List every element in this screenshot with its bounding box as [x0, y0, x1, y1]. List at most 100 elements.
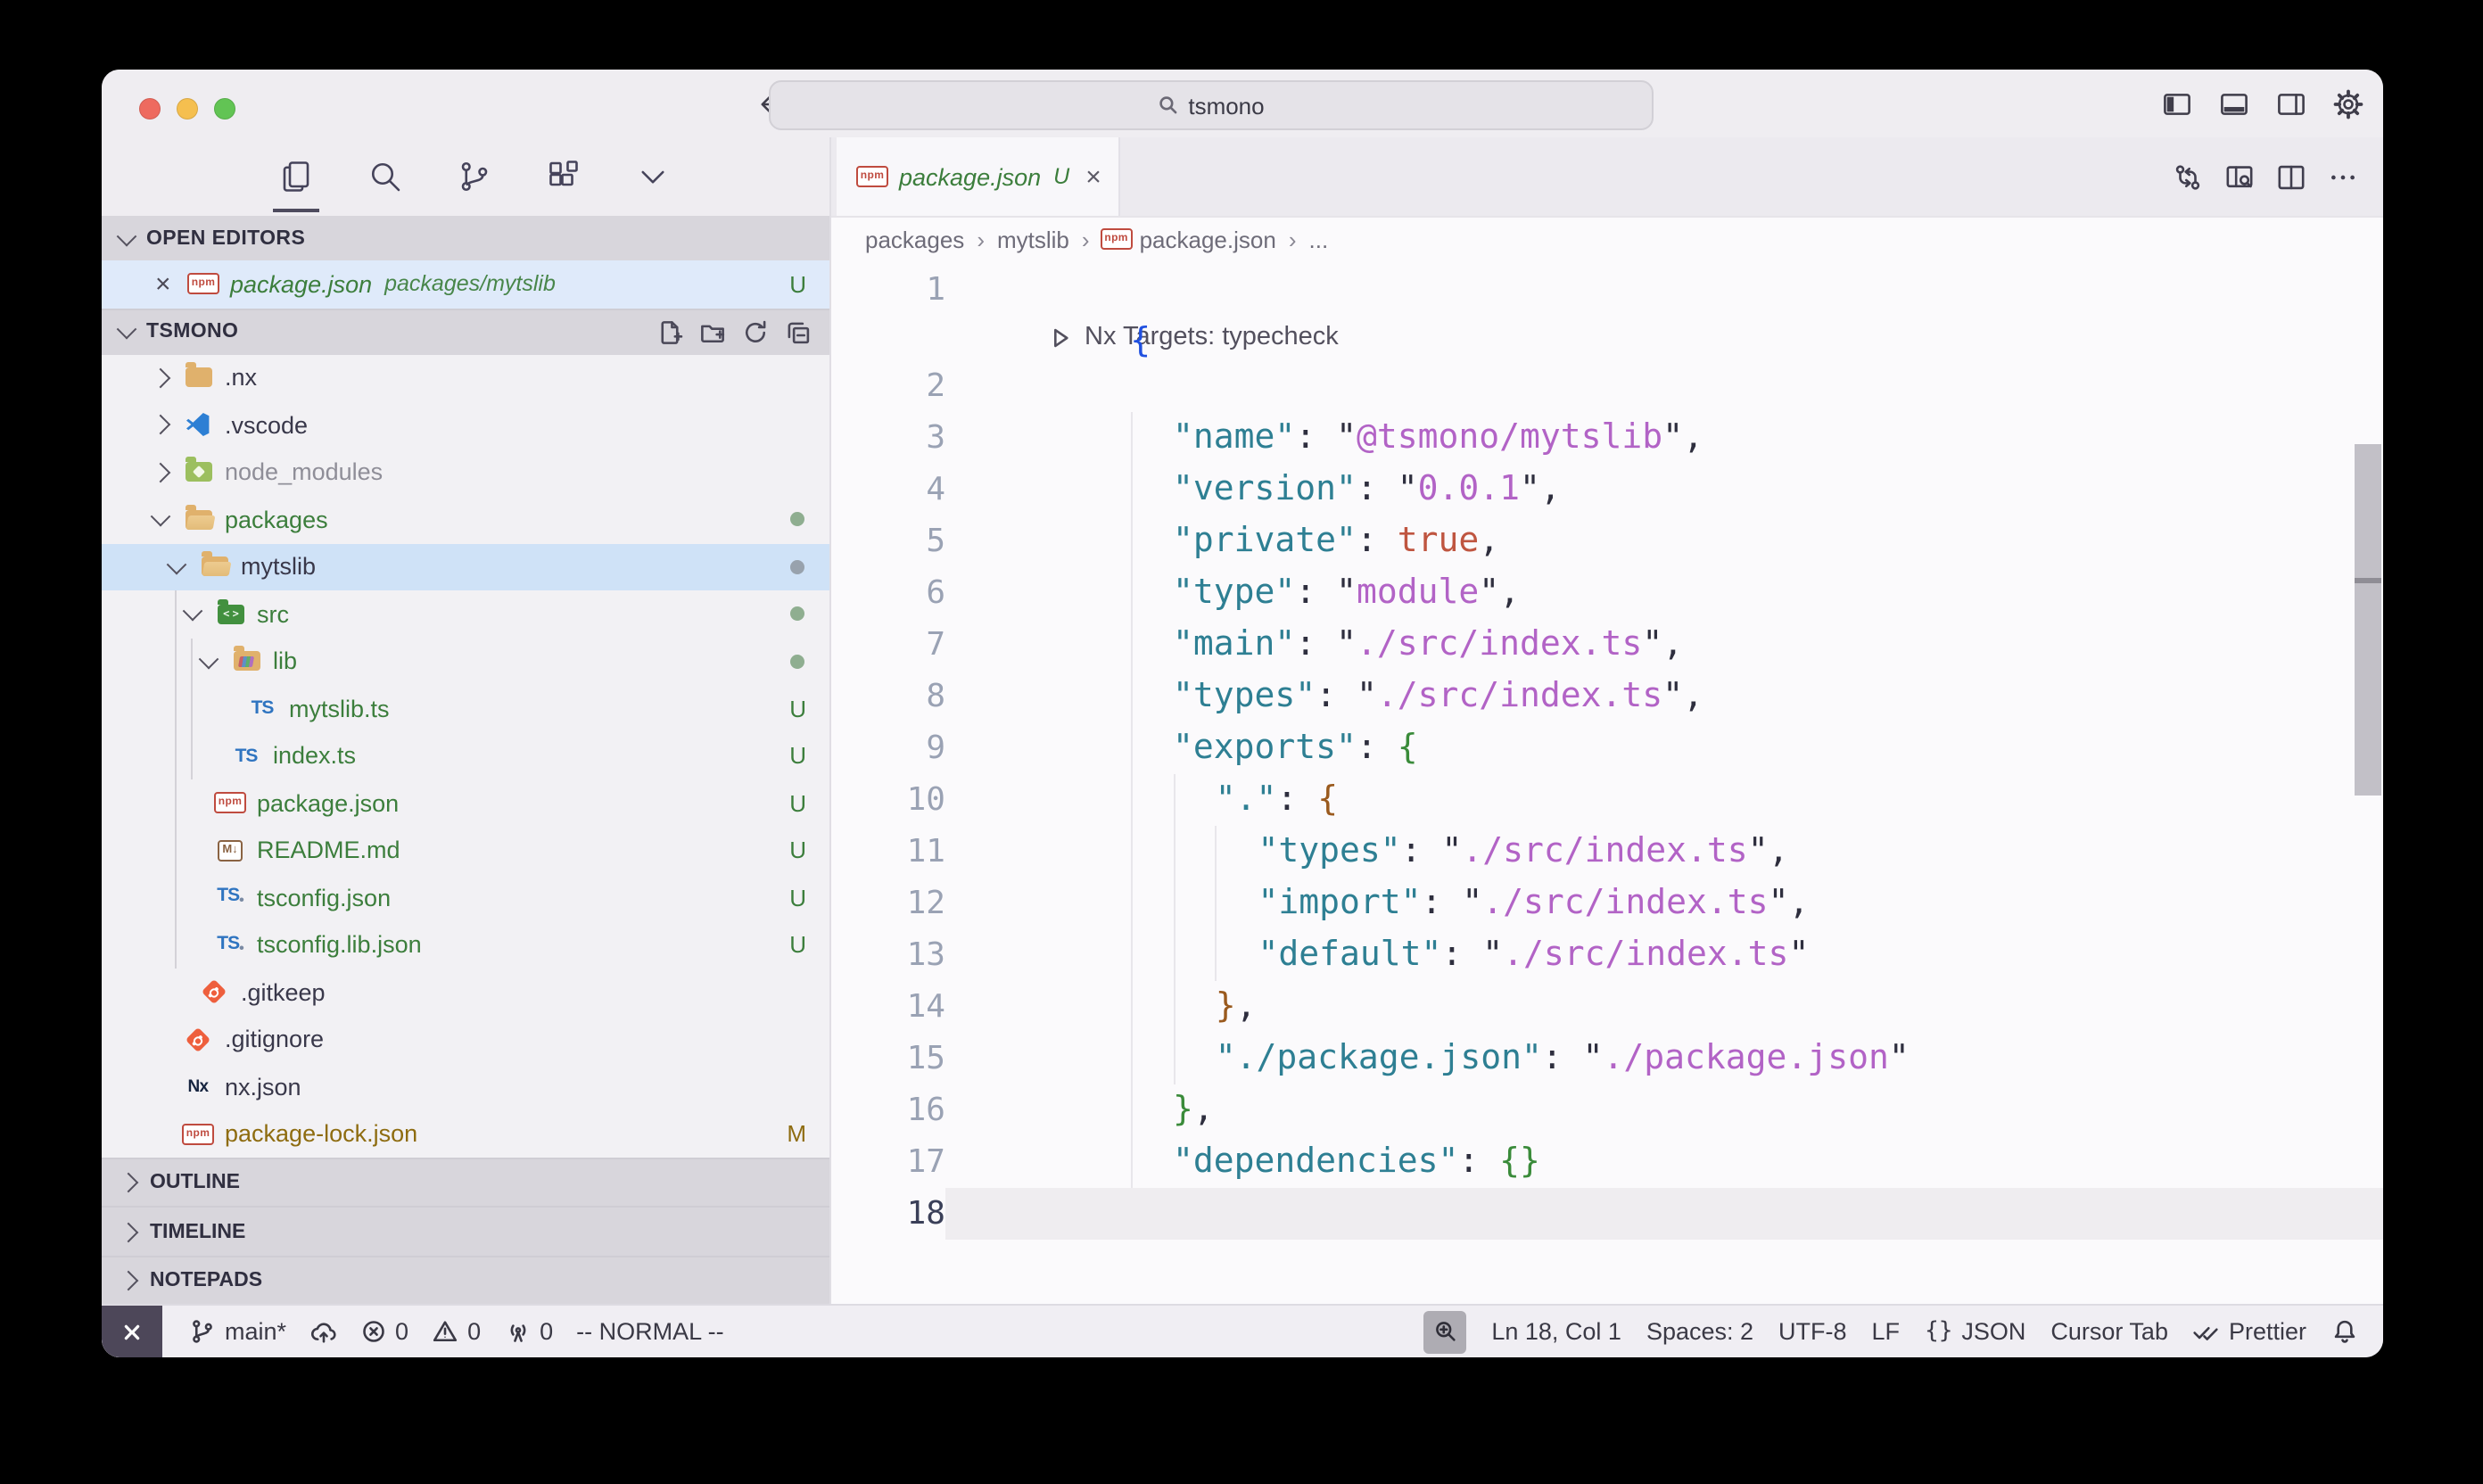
open-editors-header[interactable]: OPEN EDITORS — [102, 216, 829, 260]
activity-extensions[interactable] — [540, 141, 587, 212]
language-mode[interactable]: {}JSON — [1925, 1306, 2025, 1357]
errors[interactable]: 0 — [359, 1306, 408, 1357]
panel-outline[interactable]: OUTLINE — [102, 1158, 829, 1207]
tree-item-package-lock.json[interactable]: npm package-lock.jsonM — [102, 1110, 829, 1158]
collapse-all-icon[interactable] — [785, 318, 812, 345]
explorer-header[interactable]: TSMONO — [102, 308, 829, 354]
close-icon[interactable]: × — [1085, 161, 1101, 192]
more-actions-icon[interactable] — [2328, 161, 2358, 192]
tree-item-packages[interactable]: packages — [102, 496, 829, 543]
remote-indicator[interactable] — [102, 1306, 162, 1357]
tree-item-.gitkeep[interactable]: .gitkeep — [102, 969, 829, 1016]
open-editor-item[interactable]: × npm package.json packages/mytslib U — [102, 260, 829, 308]
nx-icon: Nx — [184, 1073, 212, 1101]
chevron-down-icon — [198, 648, 219, 669]
cursor-position[interactable]: Ln 18, Col 1 — [1491, 1306, 1621, 1357]
tree-item-mytslib.ts[interactable]: TS mytslib.tsU — [102, 685, 829, 732]
breadcrumb-item[interactable]: npmpackage.json — [1102, 225, 1276, 253]
tree-item-nx.json[interactable]: Nx nx.json — [102, 1063, 829, 1110]
tab-package-json[interactable]: npm package.json U × — [837, 137, 1121, 216]
tree-item-label: index.ts — [273, 743, 356, 770]
cursor-tab[interactable]: Cursor Tab — [2050, 1306, 2168, 1357]
warnings[interactable]: 0 — [432, 1306, 481, 1357]
tree-item-label: mytslib.ts — [289, 696, 390, 722]
chevron-down-icon — [117, 319, 137, 340]
layout-sidebar-right-icon[interactable] — [2276, 88, 2306, 119]
tree-item-.gitignore[interactable]: .gitignore — [102, 1016, 829, 1063]
settings-gear-icon[interactable] — [2333, 88, 2363, 119]
tree-item-.nx[interactable]: .nx — [102, 354, 829, 401]
command-center-search[interactable]: tsmono — [769, 80, 1654, 130]
chevron-right-icon — [119, 1222, 139, 1242]
chevron-right-icon — [119, 1271, 139, 1291]
git-icon — [200, 978, 228, 1007]
git-branch[interactable]: main* — [189, 1306, 286, 1357]
code-editor[interactable]: 1{ Nx Targets: typecheck 2"name": "@tsmo… — [831, 260, 2383, 1306]
chevron-right-icon — [150, 367, 170, 388]
compare-changes-icon[interactable] — [2173, 161, 2203, 192]
ports[interactable]: 0 — [504, 1306, 553, 1357]
tree-item-node_modules[interactable]: node_modules — [102, 449, 829, 496]
tree-item-mytslib[interactable]: mytslib — [102, 543, 829, 590]
code-line-6: 6"main": "./src/index.ts", — [831, 567, 2383, 619]
panel-label: TIMELINE — [150, 1221, 245, 1242]
tree-item-README.md[interactable]: M↓ README.mdU — [102, 827, 829, 874]
refresh-icon[interactable] — [742, 318, 769, 345]
chevron-down-icon — [117, 226, 137, 246]
zoom-window-button[interactable] — [214, 98, 235, 120]
activity-search[interactable] — [362, 141, 408, 212]
npm-icon: npm — [1102, 225, 1131, 253]
minimize-window-button[interactable] — [177, 98, 198, 120]
vim-mode[interactable]: -- NORMAL -- — [576, 1306, 724, 1357]
tree-item-index.ts[interactable]: TS index.tsU — [102, 732, 829, 779]
git-status-badge: U — [789, 837, 806, 864]
vscode-icon — [184, 411, 212, 440]
git-status-badge: M — [787, 1121, 806, 1148]
status-bar: main*000-- NORMAL -- Ln 18, Col 1Spaces:… — [102, 1304, 2383, 1357]
notifications[interactable] — [2331, 1306, 2358, 1357]
indentation-text: Spaces: 2 — [1646, 1318, 1753, 1345]
npm-icon: npm — [216, 789, 244, 818]
split-editor-icon[interactable] — [2276, 161, 2306, 192]
line-number: 11 — [831, 826, 945, 878]
panel-timeline[interactable]: TIMELINE — [102, 1207, 829, 1256]
open-preview-icon[interactable] — [2224, 161, 2255, 192]
git-status-dot — [790, 607, 804, 622]
git-status-badge: U — [789, 696, 806, 722]
tree-item-tsconfig.lib.json[interactable]: TS tsconfig.lib.jsonU — [102, 921, 829, 969]
new-file-icon[interactable] — [656, 318, 683, 345]
breadcrumb-item[interactable]: ... — [1309, 226, 1329, 252]
tree-item-src[interactable]: src — [102, 590, 829, 638]
tree-item-label: lib — [273, 648, 297, 675]
tree-item-label: node_modules — [225, 459, 383, 486]
layout-sidebar-left-icon[interactable] — [2162, 88, 2192, 119]
tree-item-label: .gitkeep — [241, 979, 326, 1006]
code-line-15: 15}, — [831, 1033, 2383, 1084]
close-window-button[interactable] — [139, 98, 161, 120]
tree-item-package.json[interactable]: npm package.jsonU — [102, 779, 829, 827]
search-value: tsmono — [1188, 92, 1264, 119]
tree-item-tsconfig.json[interactable]: TS tsconfig.jsonU — [102, 874, 829, 921]
panel-notepads[interactable]: NOTEPADS — [102, 1256, 829, 1305]
eol[interactable]: LF — [1872, 1306, 1901, 1357]
tree-item-lib[interactable]: lib — [102, 638, 829, 685]
formatter[interactable]: Prettier — [2193, 1306, 2306, 1357]
chevron-down-icon — [182, 601, 202, 622]
activity-chevron-down[interactable] — [630, 141, 676, 212]
publish-changes[interactable] — [309, 1306, 336, 1357]
close-icon[interactable]: × — [155, 271, 177, 298]
activity-files[interactable] — [273, 141, 319, 212]
scrollbar-thumb[interactable] — [2355, 444, 2381, 796]
activity-source-control[interactable] — [451, 141, 498, 212]
tree-item-.vscode[interactable]: .vscode — [102, 401, 829, 449]
ts-icon: TS — [232, 742, 260, 771]
layout-panel-icon[interactable] — [2219, 88, 2249, 119]
breadcrumb-item[interactable]: mytslib — [997, 226, 1069, 252]
eol-text: LF — [1872, 1318, 1901, 1345]
screencast-zoom[interactable] — [1423, 1310, 1466, 1353]
indentation[interactable]: Spaces: 2 — [1646, 1306, 1753, 1357]
breadcrumb-item[interactable]: packages — [865, 226, 964, 252]
editor-scrollbar[interactable] — [2353, 260, 2383, 1306]
encoding[interactable]: UTF-8 — [1778, 1306, 1847, 1357]
new-folder-icon[interactable] — [699, 318, 726, 345]
